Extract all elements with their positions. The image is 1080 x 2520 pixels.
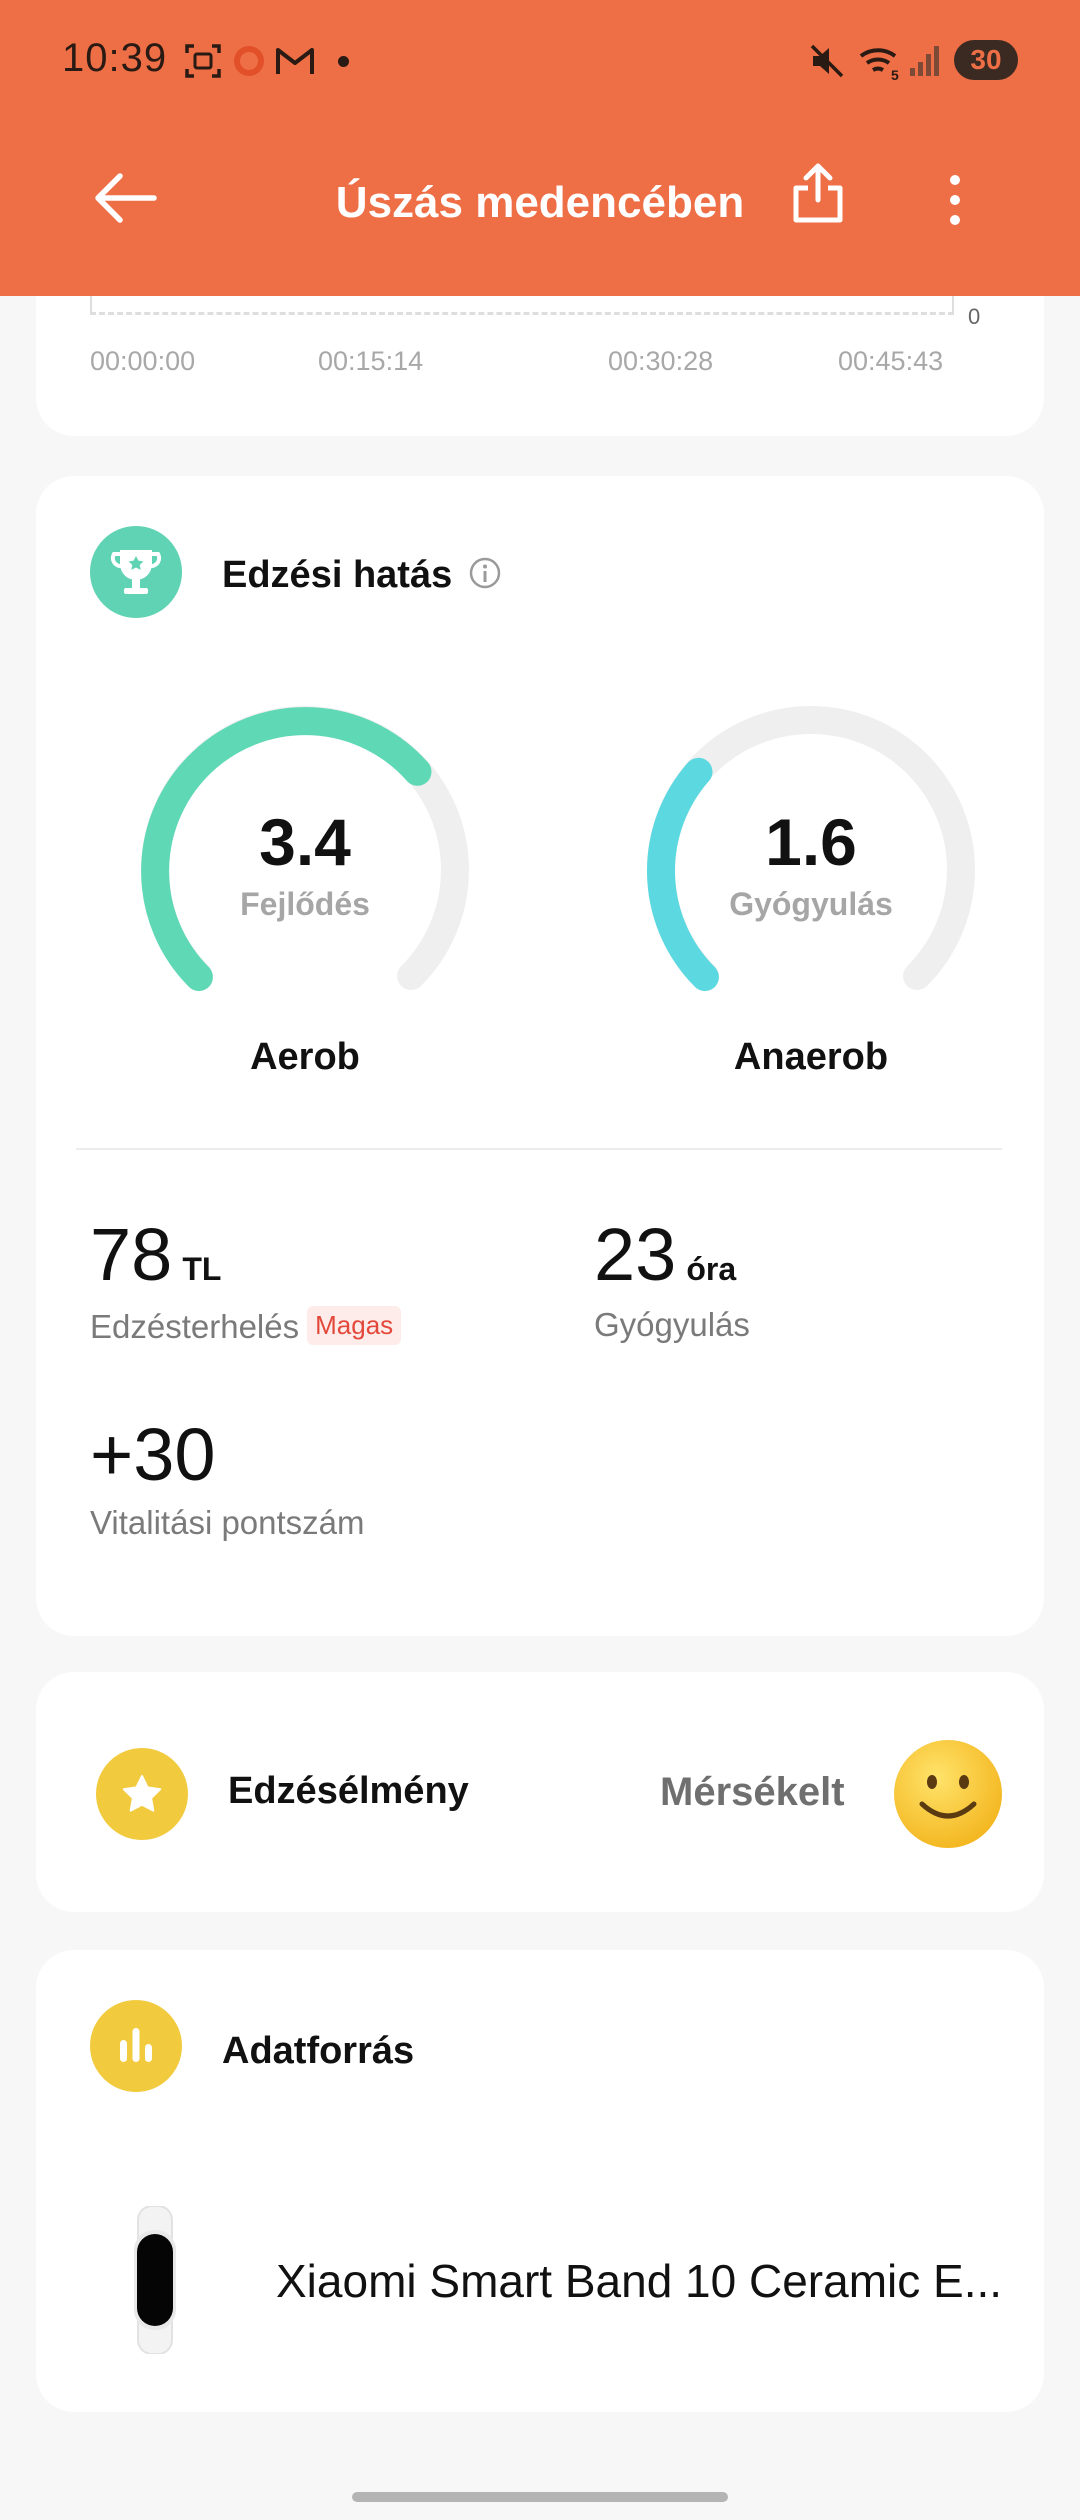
vitality-score-label: Vitalitási pontszám [90,1504,365,1541]
app-notification-icon [234,46,264,76]
training-effect-title: Edzési hatás [222,554,453,596]
divider [76,1148,1002,1150]
recovery-time-number: 23 [594,1213,677,1296]
signal-icon [910,46,939,76]
screenshot-icon [185,44,221,78]
data-source-card: Adatforrás Xiaomi Smart Band 10 Ceramic … [36,1950,1044,2412]
status-badge: Magas [307,1306,402,1345]
training-effect-card: Edzési hatás 3.4 Fejlődés Aerob 1.6 Gyóg… [36,476,1044,1636]
info-icon[interactable] [468,556,502,590]
aerobic-value: 3.4 [259,805,351,879]
chart-y-zero-label: 0 [968,304,981,329]
svg-text:5: 5 [891,67,899,82]
anaerobic-status: Gyógyulás [729,886,893,922]
battery-indicator: 30 [954,40,1018,80]
mute-icon [810,44,844,78]
page-title: Úszás medencében [335,178,745,227]
more-options-button[interactable] [940,170,970,230]
star-icon [96,1748,188,1840]
app-header: 10:39 5 30 Úszás medencében [0,0,1080,296]
training-load-number: 78 [90,1213,173,1296]
status-bar: 10:39 5 30 [0,0,1080,120]
smiley-face-icon [894,1740,1002,1848]
data-source-title: Adatforrás [222,2030,415,2072]
workout-experience-value: Mérsékelt [660,1770,845,1814]
chart-x-tick: 00:45:43 [838,346,944,376]
home-indicator[interactable] [352,2492,728,2502]
training-load-value: 78 TL [90,1212,221,1297]
bar-chart-icon [90,2000,182,2092]
training-load-text: Edzésterhelés [90,1308,300,1345]
notification-dot-icon [338,56,349,67]
chart-x-tick: 00:15:14 [318,346,424,376]
workout-experience-title: Edzésélmény [228,1770,469,1812]
recovery-time-value: 23 óra [594,1212,736,1297]
aerobic-label: Aerob [250,1036,360,1078]
chart-baseline [90,312,954,315]
nav-bar: Úszás medencében [0,150,1080,260]
smart-band-icon [134,2206,176,2354]
recovery-time-unit: óra [686,1251,737,1287]
share-button[interactable] [790,160,846,226]
wifi-icon: 5 [859,48,899,82]
status-time: 10:39 [62,36,168,80]
recovery-time-label: Gyógyulás [594,1306,750,1343]
aerobic-gauge: 3.4 Fejlődés [130,696,480,1026]
chart-x-tick: 00:30:28 [608,346,714,376]
chart-x-tick: 00:00:00 [90,346,196,376]
trophy-icon [90,526,182,618]
aerobic-status: Fejlődés [240,886,370,922]
training-load-label: Edzésterhelés Magas [90,1306,402,1346]
workout-experience-card[interactable]: Edzésélmény Mérsékelt [36,1672,1044,1912]
anaerobic-gauge: 1.6 Gyógyulás [636,696,986,1026]
gmail-icon [276,48,314,74]
device-name[interactable]: Xiaomi Smart Band 10 Ceramic E... [276,2254,1056,2308]
anaerobic-value: 1.6 [765,805,857,879]
vitality-score-value: +30 [90,1413,216,1496]
training-load-unit: TL [182,1251,222,1287]
anaerobic-label: Anaerob [733,1036,889,1078]
